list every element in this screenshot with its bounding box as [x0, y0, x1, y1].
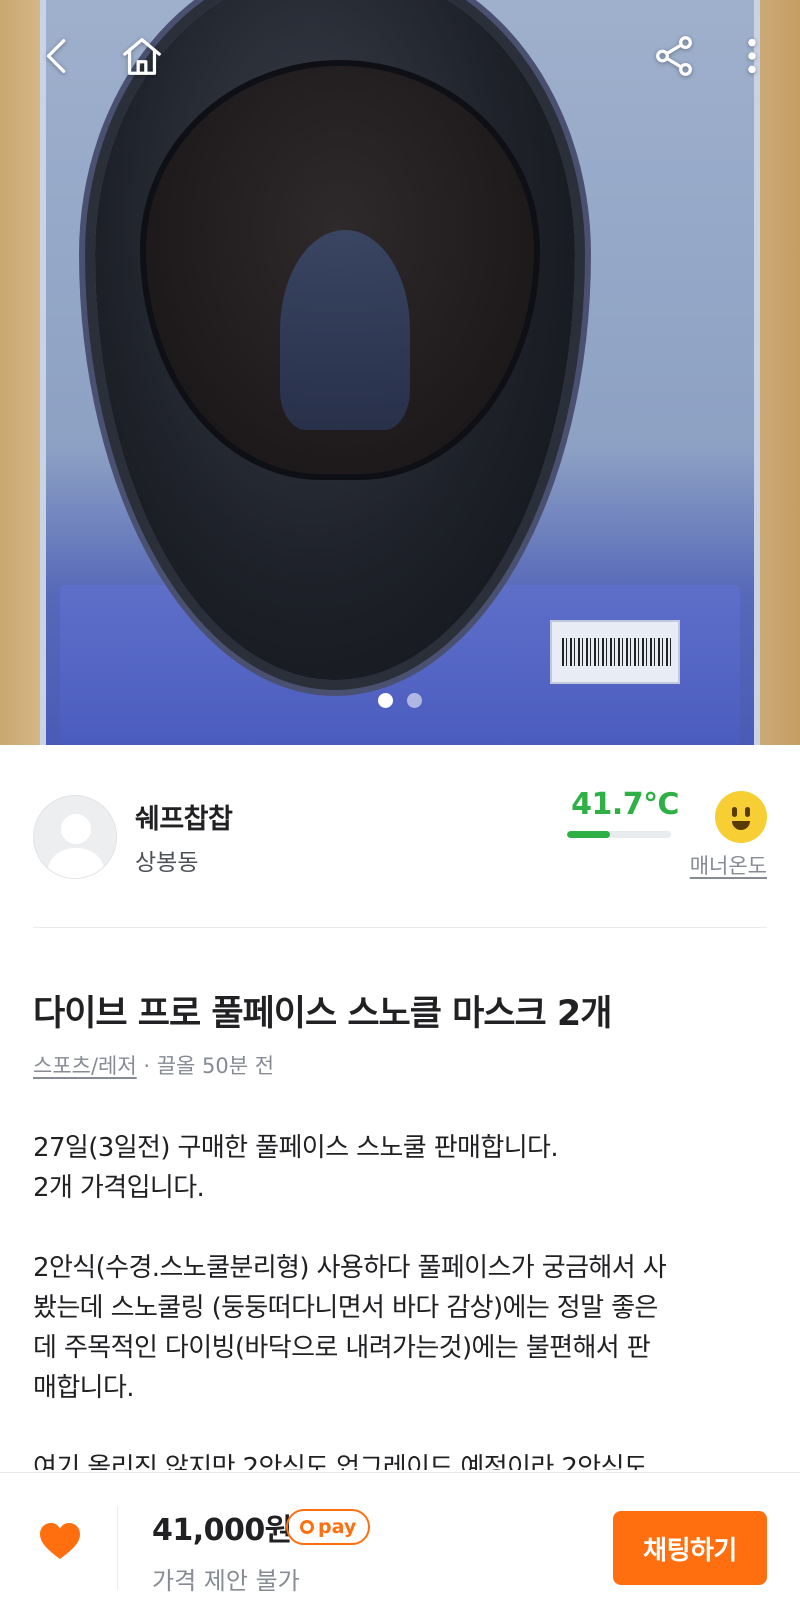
posted-time: 끌올 50분 전 [156, 1054, 275, 1078]
manner-temperature-link[interactable]: 매너온도 [690, 850, 767, 880]
home-icon [123, 38, 161, 75]
description-line: 2안식(수경.스노쿨분리형) 사용하다 풀페이스가 궁금해서 사 [33, 1253, 667, 1283]
barcode-label [550, 620, 680, 684]
article-description: 27일(3일전) 구매한 풀페이스 스노쿨 판매합니다. 2개 가격입니다. 2안식… [33, 1128, 773, 1470]
manner-temperature-value: 41.7℃ [571, 787, 679, 822]
category-link[interactable]: 스포츠/레저 [33, 1054, 137, 1078]
share-button[interactable] [646, 28, 702, 84]
home-button[interactable] [114, 28, 170, 84]
description-line: 여기 올리진 않지만 2안식도 업그레이드 예정이라 2안식도 [33, 1453, 648, 1470]
carousel-indicator [0, 693, 800, 708]
vertical-divider [117, 1507, 118, 1589]
back-button[interactable] [30, 28, 86, 84]
description-line: 27일(3일전) 구매한 풀페이스 스노쿨 판매합니다. [33, 1133, 559, 1163]
manner-temperature-fill [567, 831, 611, 838]
like-button[interactable] [30, 1511, 90, 1571]
pay-label: pay [318, 1516, 357, 1538]
product-image-carousel[interactable] [0, 0, 800, 745]
seller-profile[interactable]: 쉐프찹찹 상봉동 41.7℃ 매너온도 [33, 787, 767, 880]
description-line: 봤는데 스노쿨링 (둥둥떠다니면서 바다 감상)에는 정말 좋은 [33, 1293, 658, 1323]
divider [33, 927, 767, 928]
chat-button[interactable]: 채팅하기 [613, 1511, 767, 1585]
avatar[interactable] [33, 795, 117, 879]
more-button[interactable] [732, 28, 772, 84]
seller-name[interactable]: 쉐프찹찹 [135, 797, 233, 836]
description-line: 2개 가격입니다. [33, 1173, 205, 1203]
negotiation-status: 가격 제안 불가 [152, 1567, 300, 1595]
more-vertical-icon [748, 38, 756, 74]
meta-separator: · [136, 1054, 157, 1078]
page-title: 다이브 프로 풀페이스 스노클 마스크 2개 [33, 994, 612, 1034]
article-meta: 스포츠/레저 · 끌올 50분 전 [33, 1050, 274, 1080]
pay-logo-icon [300, 1520, 314, 1534]
heart-icon [40, 1523, 80, 1559]
bottom-action-bar: 41,000원 pay 가격 제안 불가 채팅하기 [0, 1472, 800, 1622]
description-line: 데 주목적인 다이빙(바닥으로 내려가는것)에는 불편해서 판 [33, 1333, 651, 1363]
snorkel-mask-nose [280, 230, 410, 430]
price: 41,000원 [152, 1513, 292, 1548]
carousel-dot-active[interactable] [378, 693, 393, 708]
share-icon [656, 36, 692, 76]
manner-temperature-bar [567, 831, 671, 838]
smile-face-icon [715, 791, 767, 843]
seller-location: 상봉동 [135, 850, 199, 876]
chevron-left-icon [46, 39, 66, 73]
pay-badge: pay [286, 1509, 371, 1545]
description-line: 매합니다. [33, 1373, 135, 1403]
carousel-dot[interactable] [407, 693, 422, 708]
